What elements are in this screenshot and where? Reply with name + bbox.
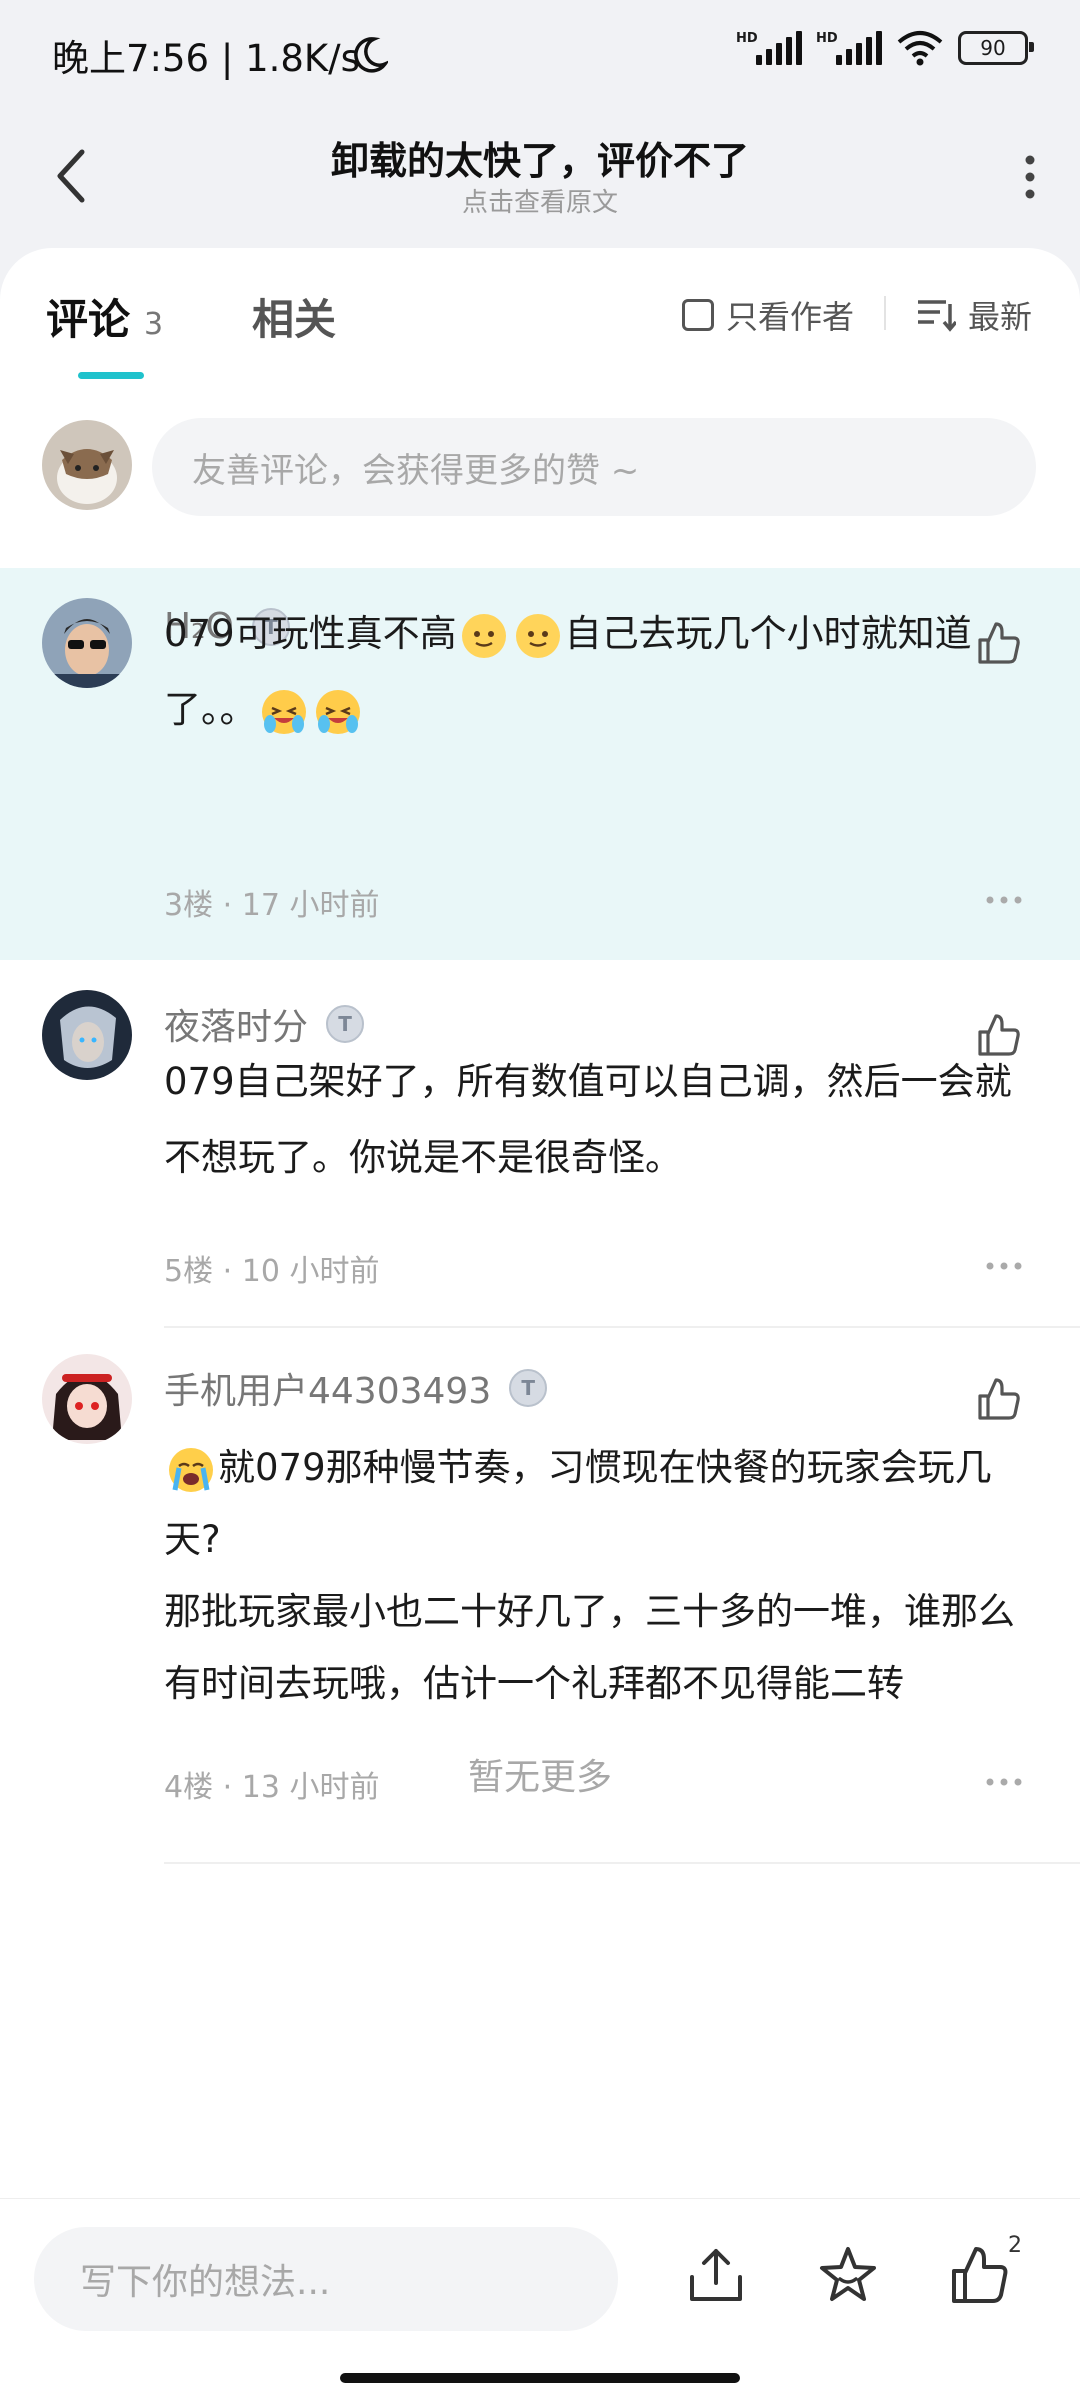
write-comment-input[interactable]: 写下你的想法... [34,2227,618,2331]
status-icons: HD HD 90 [736,30,1034,66]
avatar[interactable] [42,1354,132,1444]
comment-meta: 3楼 · 17 小时前 [164,888,380,923]
smile-emoji-icon [461,613,506,658]
comment-meta: 5楼 · 10 小时前 [164,1254,380,1289]
tab-comments[interactable]: 评论 3 [46,286,163,347]
page-title[interactable]: 卸载的太快了，评价不了 [0,130,1080,185]
level-badge: T [326,1005,365,1043]
like-count: 2 [1008,2233,1022,2258]
divider [884,296,886,330]
tab-related[interactable]: 相关 [252,286,336,347]
comment-username[interactable]: 夜落时分 T [164,998,365,1050]
laughing-emoji-icon [315,689,360,734]
comment-username[interactable]: 手机用户44303493 T [164,1362,548,1414]
status-bar: 晚上7:56 | 1.8K/s HD HD 90 [0,0,1080,108]
checkbox-icon [682,299,714,331]
avatar[interactable] [42,598,132,688]
comment-text: 079可玩性真不高 自己去玩几个小时就知道 了。。 [164,596,1024,748]
avatar[interactable] [42,420,132,510]
sort-icon [918,300,956,332]
avatar[interactable] [42,990,132,1080]
view-original-link[interactable]: 点击查看原文 [0,182,1080,219]
comment-composer: 友善评论，会获得更多的赞 ~ [0,418,1080,540]
comment-text: 就079那种慢节奏，习惯现在快餐的玩家会玩几天? 那批玩家最小也二十好几了，三十… [164,1446,1015,1705]
level-badge: T [509,1369,548,1407]
more-horizontal-icon[interactable] [984,1260,1024,1272]
wifi-icon [897,31,943,66]
like-icon[interactable] [948,2243,1012,2307]
comment-text: 079自己架好了，所有数值可以自己调，然后一会就不想玩了。你说是不是很奇怪。 [164,1060,1012,1179]
active-tab-indicator [78,372,144,379]
home-indicator [340,2373,740,2383]
battery-icon: 90 [958,31,1034,65]
bottom-bar: 写下你的想法... 2 [0,2198,1080,2401]
like-icon[interactable] [974,1374,1024,1424]
comment-item: H₂O T 079可玩性真不高 自己去玩几个小时就知道 了。。 3楼 · 17 小… [0,568,1080,960]
status-time: 晚上7:56 | 1.8K/s [52,37,360,80]
share-icon[interactable] [684,2243,748,2307]
sort-button[interactable]: 最新 [916,292,1032,338]
comment-input[interactable]: 友善评论，会获得更多的赞 ~ [152,418,1036,516]
star-icon[interactable] [816,2243,880,2307]
no-more-label: 暂无更多 [467,1757,612,1798]
more-vertical-icon[interactable] [1020,152,1040,202]
comment-count: 3 [144,307,164,342]
comment-item: 夜落时分 T 079自己架好了，所有数值可以自己调，然后一会就不想玩了。你说是不… [0,960,1080,1328]
author-only-toggle[interactable]: 只看作者 [682,292,854,338]
tab-bar: 评论 3 相关 只看作者 最新 [0,248,1080,379]
divider [164,1862,1080,1864]
crying-emoji-icon [169,1447,213,1492]
moon-icon [354,37,388,73]
signal-icon-2: HD [816,31,882,65]
top-header: 卸载的太快了，评价不了 点击查看原文 [0,108,1080,248]
more-horizontal-icon[interactable] [984,894,1024,906]
signal-icon: HD [736,31,802,65]
laughing-emoji-icon [261,689,306,734]
smile-emoji-icon [515,613,560,658]
